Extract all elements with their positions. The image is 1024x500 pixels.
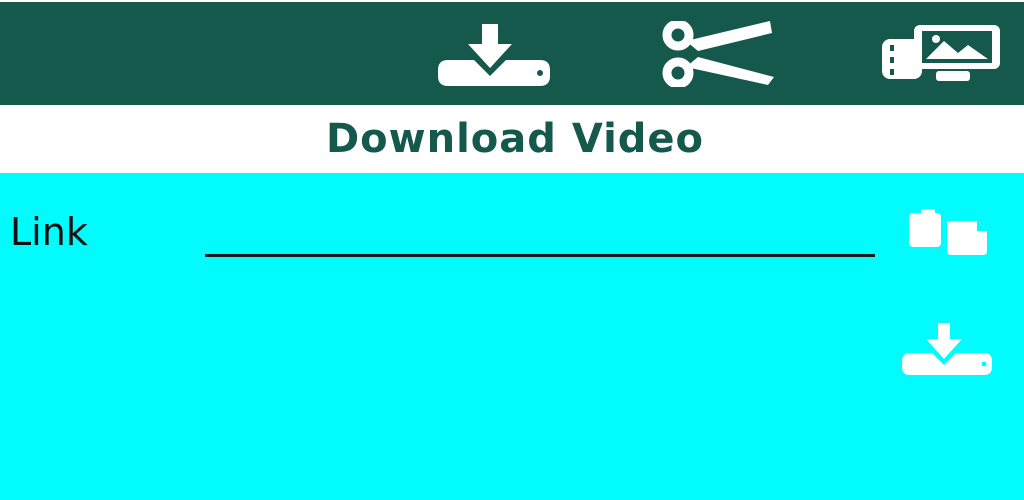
app-root: Download Video Link (0, 0, 1024, 500)
download-form: Link (0, 173, 1024, 500)
download-button[interactable] (888, 313, 1000, 383)
title-bar: Download Video (0, 105, 1024, 173)
gallery-icon (882, 24, 1000, 81)
download-icon (438, 23, 550, 86)
link-label: Link (10, 210, 88, 254)
cut-tab-button[interactable] (640, 2, 790, 105)
download-icon (902, 323, 992, 375)
page-title: Download Video (325, 116, 705, 162)
download-tab-button[interactable] (420, 2, 560, 105)
top-toolbar (0, 2, 1024, 105)
link-input[interactable] (205, 213, 875, 257)
gallery-tab-button[interactable] (868, 2, 1014, 105)
paste-icon (909, 209, 987, 255)
scissors-icon (662, 20, 774, 87)
paste-button[interactable] (900, 203, 996, 263)
